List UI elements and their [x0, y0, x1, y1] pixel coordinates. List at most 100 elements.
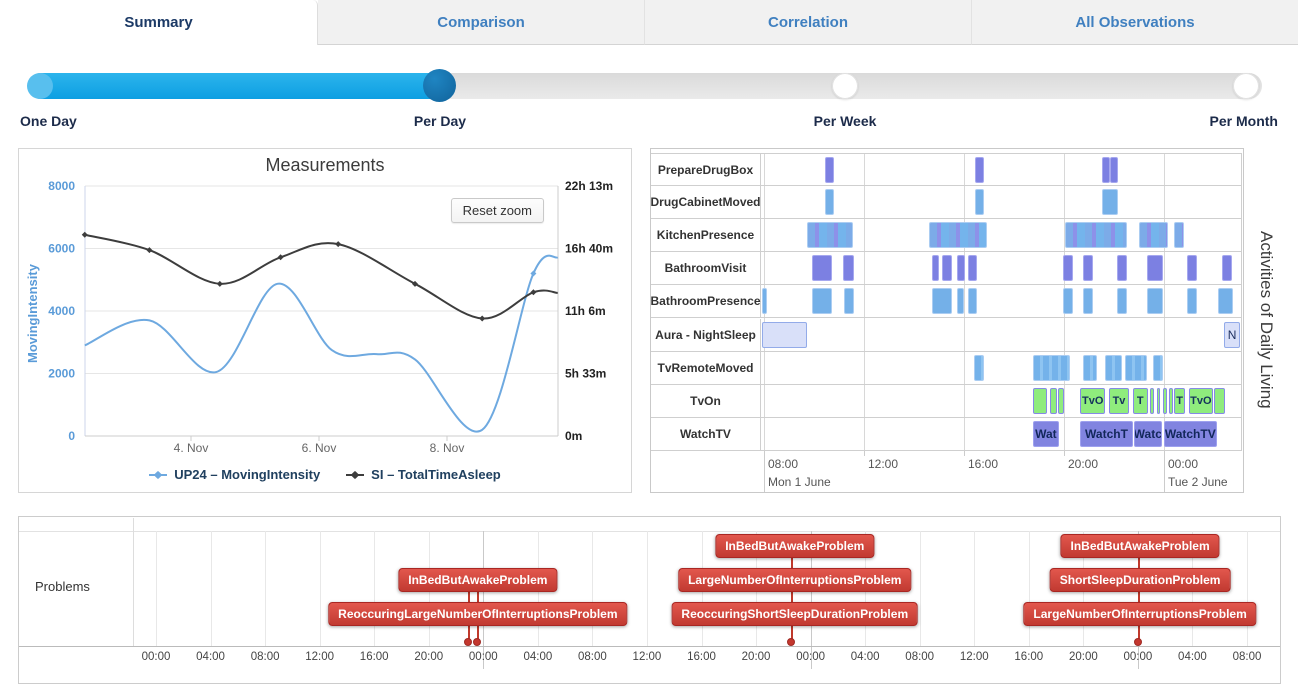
slider-handle-per-week[interactable] [832, 73, 858, 99]
adl-bar-watchtv[interactable]: Wat [1033, 421, 1059, 447]
problem-marker[interactable] [1134, 638, 1142, 646]
problems-x-tick-label: 04:00 [523, 651, 552, 663]
adl-bar-tvremotemoved[interactable] [1033, 355, 1071, 381]
adl-bar-kitchenpresence[interactable] [1065, 222, 1126, 248]
y-tick-label: 4000 [48, 304, 75, 318]
adl-bar-watchtv[interactable]: WatchT [1080, 421, 1133, 447]
gridline [156, 531, 157, 646]
series-line-si[interactable] [85, 235, 558, 319]
legend-item-totaltimeasleep[interactable]: SI – TotalTimeAsleep [346, 467, 501, 482]
problem-label[interactable]: ReoccuringShortSleepDurationProblem [671, 602, 918, 626]
adl-bar-bathroompresence[interactable] [1083, 288, 1093, 314]
legend-label-totaltimeasleep: SI – TotalTimeAsleep [371, 467, 501, 482]
adl-bar-bathroomvisit[interactable] [843, 255, 854, 281]
adl-bar-preparedrugbox[interactable] [1102, 157, 1110, 183]
adl-bar-tvon[interactable]: TvO [1189, 388, 1213, 414]
adl-bar-bathroomvisit[interactable] [968, 255, 977, 281]
adl-bar-bathroompresence[interactable] [957, 288, 965, 314]
adl-row: BathroomPresence [651, 285, 1242, 318]
adl-bar-tvon[interactable] [1157, 388, 1161, 414]
x-tick-label: 4. Nov [174, 441, 209, 455]
adl-bar-drugcabinetmoved[interactable] [825, 189, 834, 215]
adl-bar-preparedrugbox[interactable] [825, 157, 834, 183]
problem-label[interactable]: InBedButAwakeProblem [715, 534, 874, 558]
adl-bar-bathroomvisit[interactable] [957, 255, 966, 281]
adl-bar-tvon[interactable] [1163, 388, 1167, 414]
adl-bar-tvon[interactable]: T [1133, 388, 1148, 414]
adl-bar-tvon[interactable] [1169, 388, 1173, 414]
adl-bar-bathroompresence[interactable] [968, 288, 977, 314]
adl-bar-bathroomvisit[interactable] [1147, 255, 1163, 281]
adl-bar-bathroomvisit[interactable] [932, 255, 940, 281]
adl-bar-preparedrugbox[interactable] [975, 157, 984, 183]
problem-label[interactable]: LargeNumberOfInterruptionsProblem [678, 568, 911, 592]
adl-bar-preparedrugbox[interactable] [1110, 157, 1118, 183]
adl-bar-bathroompresence[interactable] [1117, 288, 1127, 314]
adl-bar-tvremotemoved[interactable] [1083, 355, 1097, 381]
adl-bar-bathroompresence[interactable] [762, 288, 767, 314]
adl-bar-kitchenpresence[interactable] [807, 222, 853, 248]
tab-all-observations[interactable]: All Observations [972, 0, 1298, 45]
tab-correlation[interactable]: Correlation [645, 0, 972, 45]
adl-bar-bathroomvisit[interactable] [1187, 255, 1197, 281]
adl-bar-bathroomvisit[interactable] [1117, 255, 1127, 281]
adl-bar-bathroomvisit[interactable] [1222, 255, 1232, 281]
tab-summary[interactable]: Summary [0, 0, 318, 45]
adl-bar-kitchenpresence[interactable] [1174, 222, 1184, 248]
adl-bar-aura-nightsleep[interactable] [762, 322, 807, 348]
problem-marker[interactable] [473, 638, 481, 646]
x-tick [864, 451, 865, 456]
legend-item-movingintensity[interactable]: UP24 – MovingIntensity [149, 467, 320, 482]
adl-bar-tvon[interactable] [1033, 388, 1047, 414]
adl-bar-bathroomvisit[interactable] [1063, 255, 1073, 281]
adl-bar-tvon[interactable]: TvO [1080, 388, 1105, 414]
adl-bar-tvremotemoved[interactable] [1105, 355, 1121, 381]
tab-comparison[interactable]: Comparison [318, 0, 645, 45]
adl-bar-tvon[interactable] [1058, 388, 1064, 414]
adl-bar-kitchenpresence[interactable] [929, 222, 987, 248]
adl-bar-watchtv[interactable]: Watc [1134, 421, 1162, 447]
adl-bar-tvon[interactable] [1214, 388, 1225, 414]
adl-bar-tvremotemoved[interactable] [974, 355, 984, 381]
gridline [592, 531, 593, 646]
problems-x-tick-label: 00:00 [796, 651, 825, 663]
problem-label[interactable]: ShortSleepDurationProblem [1050, 568, 1231, 592]
series-line-up24[interactable] [85, 256, 558, 432]
adl-bar-bathroompresence[interactable] [1063, 288, 1073, 314]
problem-label[interactable]: ReoccuringLargeNumberOfInterruptionsProb… [328, 602, 627, 626]
adl-bar-tvon[interactable]: Tv [1109, 388, 1129, 414]
problem-marker[interactable] [787, 638, 795, 646]
adl-bar-bathroomvisit[interactable] [942, 255, 952, 281]
adl-bar-bathroomvisit[interactable] [1083, 255, 1093, 281]
adl-bar-tvon[interactable]: T [1174, 388, 1185, 414]
adl-bar-tvon[interactable] [1050, 388, 1056, 414]
problems-x-tick-label: 16:00 [687, 651, 716, 663]
adl-bar-bathroompresence[interactable] [1218, 288, 1233, 314]
measurements-chart-panel: Measurements MovingIntensity Reset zoom … [18, 148, 632, 493]
problem-label[interactable]: InBedButAwakeProblem [398, 568, 557, 592]
adl-bar-kitchenpresence[interactable] [1139, 222, 1168, 248]
problem-label[interactable]: LargeNumberOfInterruptionsProblem [1023, 602, 1256, 626]
adl-bar-watchtv[interactable]: WatchTV [1164, 421, 1217, 447]
adl-bar-aura-nightsleep[interactable]: N [1224, 322, 1240, 348]
adl-bar-bathroomvisit[interactable] [812, 255, 832, 281]
adl-bar-bathroompresence[interactable] [812, 288, 832, 314]
slider-handle-one-day[interactable] [27, 73, 53, 99]
adl-bar-tvremotemoved[interactable] [1153, 355, 1163, 381]
problem-marker[interactable] [464, 638, 472, 646]
adl-bar-drugcabinetmoved[interactable] [975, 189, 984, 215]
problem-label[interactable]: InBedButAwakeProblem [1061, 534, 1220, 558]
series-marker [82, 232, 88, 238]
slider-handle-per-month[interactable] [1233, 73, 1259, 99]
adl-bar-bathroompresence[interactable] [1147, 288, 1163, 314]
gridline [1247, 531, 1248, 646]
adl-bar-bathroompresence[interactable] [844, 288, 854, 314]
adl-row: WatWatchTWatcWatchTVWatchTV [651, 418, 1242, 451]
adl-bar-tvon[interactable] [1150, 388, 1154, 414]
adl-bar-bathroompresence[interactable] [932, 288, 952, 314]
problems-x-tick-label: 04:00 [851, 651, 880, 663]
adl-bar-drugcabinetmoved[interactable] [1102, 189, 1118, 215]
slider-handle-per-day[interactable] [423, 69, 456, 102]
adl-bar-tvremotemoved[interactable] [1125, 355, 1146, 381]
adl-bar-bathroompresence[interactable] [1187, 288, 1197, 314]
